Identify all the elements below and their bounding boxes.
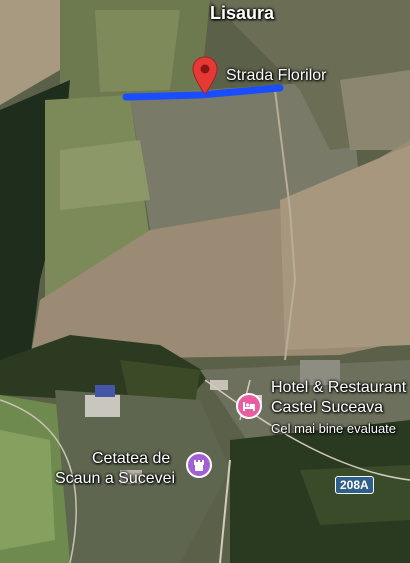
place-label-lisaura[interactable]: Lisaura — [210, 3, 274, 24]
hotel-name-line2[interactable]: Castel Suceava — [271, 398, 383, 417]
fortress-name-line2[interactable]: Scaun a Sucevei — [55, 469, 175, 488]
street-label[interactable]: Strada Florilor — [226, 67, 326, 85]
hotel-name-line1[interactable]: Hotel & Restaurant — [271, 378, 406, 397]
location-pin-icon[interactable] — [192, 56, 218, 101]
hotel-bed-icon[interactable] — [236, 393, 262, 419]
satellite-map[interactable]: Lisaura Strada Florilor Hotel & Restaura… — [0, 0, 410, 563]
hotel-subtitle: Cel mai bine evaluate — [271, 421, 397, 436]
road-shield-badge: 208A — [335, 476, 374, 494]
fortress-name-line1[interactable]: Cetatea de — [92, 449, 170, 468]
castle-icon[interactable] — [186, 452, 212, 478]
